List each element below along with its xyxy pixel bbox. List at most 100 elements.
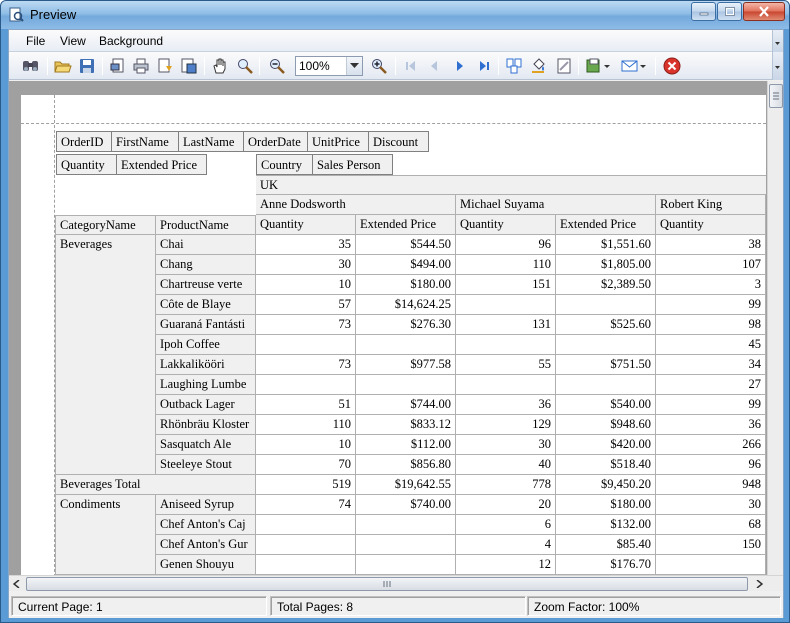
value-cell: $540.00 — [556, 395, 656, 415]
category-cell: Condiments — [56, 495, 156, 575]
previous-page-icon — [431, 61, 437, 71]
measure-header: Quantity — [256, 215, 356, 235]
client-area: File View Background 100% OrderID FirstN… — [8, 29, 784, 618]
value-cell: $180.00 — [556, 495, 656, 515]
column-field-chip[interactable]: Country — [256, 154, 313, 175]
measure-header: Quantity — [456, 215, 556, 235]
zoom-out-button[interactable] — [266, 56, 288, 76]
row-header-product: ProductName — [156, 215, 256, 235]
field-chip-discount[interactable]: Discount — [368, 131, 429, 152]
field-chip-lastname[interactable]: LastName — [178, 131, 244, 152]
page-margin-guide-horizontal — [21, 123, 766, 124]
column-field-chip[interactable]: Sales Person — [312, 154, 393, 175]
close-button[interactable] — [743, 2, 785, 21]
page-color-button[interactable] — [528, 56, 550, 76]
row-header-category: CategoryName — [56, 215, 156, 235]
value-cell: $176.70 — [556, 555, 656, 575]
value-cell: 110 — [456, 255, 556, 275]
product-cell: Chef Anton's Gur — [156, 535, 256, 555]
product-cell: Sasquatch Ale — [156, 435, 256, 455]
current-page-status: Current Page: 1 — [11, 596, 267, 616]
status-bar: Current Page: 1 Total Pages: 8 Zoom Fact… — [9, 593, 783, 618]
first-page-icon — [406, 61, 415, 71]
zoom-value: 100% — [299, 59, 330, 73]
quick-print-button[interactable] — [154, 56, 176, 76]
export-button[interactable] — [178, 56, 200, 76]
toolbar-chevron-icon[interactable] — [772, 52, 783, 80]
close-preview-button[interactable] — [661, 56, 683, 76]
maximize-button[interactable] — [717, 2, 742, 21]
measure-header: Quantity — [656, 215, 766, 235]
data-field-chip[interactable]: Quantity — [56, 154, 117, 175]
field-chip-firstname[interactable]: FirstName — [111, 131, 179, 152]
value-cell: $544.50 — [356, 235, 456, 255]
value-cell — [356, 555, 456, 575]
last-page-button[interactable] — [473, 56, 495, 76]
value-cell — [356, 515, 456, 535]
scroll-right-icon[interactable] — [751, 576, 767, 592]
menu-view[interactable]: View — [60, 34, 86, 48]
value-cell: 96 — [456, 235, 556, 255]
preview-area[interactable]: OrderID FirstName LastName OrderDate UnitPri… — [9, 81, 783, 591]
scroll-left-icon[interactable] — [9, 576, 25, 592]
horizontal-scrollbar[interactable] — [9, 575, 783, 591]
hand-tool-button[interactable] — [209, 56, 231, 76]
close-icon — [759, 6, 769, 17]
horizontal-scroll-thumb[interactable] — [26, 577, 748, 591]
value-cell: 27 — [656, 375, 766, 395]
value-cell: $948.60 — [556, 415, 656, 435]
value-cell: $9,450.20 — [556, 475, 656, 495]
menu-background[interactable]: Background — [99, 34, 163, 48]
field-chip-orderid[interactable]: OrderID — [56, 131, 112, 152]
printer-icon — [133, 58, 149, 74]
export-document-button[interactable] — [584, 56, 614, 76]
toolbar: 100% — [9, 52, 783, 80]
next-page-button[interactable] — [449, 56, 471, 76]
product-cell: Côte de Blaye — [156, 295, 256, 315]
value-cell: 151 — [456, 275, 556, 295]
country-header: UK — [256, 175, 766, 195]
find-button[interactable] — [20, 56, 42, 76]
zoom-combobox[interactable]: 100% — [295, 56, 363, 76]
first-page-button[interactable] — [400, 56, 422, 76]
multiple-pages-button[interactable] — [503, 56, 525, 76]
minimize-button[interactable] — [691, 2, 716, 21]
value-cell: 266 — [656, 435, 766, 455]
previous-page-button[interactable] — [423, 56, 445, 76]
menu-file[interactable]: File — [26, 34, 45, 48]
export-page-icon — [181, 58, 197, 74]
title-bar[interactable]: Preview — [1, 1, 789, 29]
product-cell: Steeleye Stout — [156, 455, 256, 475]
product-cell: Chai — [156, 235, 256, 255]
data-field-chip[interactable]: Extended Price — [116, 154, 207, 175]
product-cell: Guaraná Fantásti — [156, 315, 256, 335]
product-cell: Lakkalikööri — [156, 355, 256, 375]
send-email-button[interactable] — [619, 56, 649, 76]
value-cell: 150 — [656, 535, 766, 555]
chevron-down-icon[interactable] — [346, 57, 362, 75]
field-chip-unitprice[interactable]: UnitPrice — [307, 131, 369, 152]
zoom-in-button[interactable] — [368, 56, 390, 76]
watermark-button[interactable] — [553, 56, 575, 76]
vertical-scrollbar[interactable] — [767, 81, 783, 591]
value-cell: $740.00 — [356, 495, 456, 515]
value-cell: 99 — [656, 295, 766, 315]
field-chip-orderdate[interactable]: OrderDate — [243, 131, 308, 152]
vertical-scroll-thumb[interactable] — [769, 84, 783, 108]
page-setup-button[interactable] — [107, 56, 129, 76]
envelope-icon — [621, 60, 646, 72]
magnifier-button[interactable] — [234, 56, 256, 76]
save-button[interactable] — [76, 56, 98, 76]
value-cell: 107 — [656, 255, 766, 275]
product-cell: Outback Lager — [156, 395, 256, 415]
value-cell: 131 — [456, 315, 556, 335]
open-button[interactable] — [52, 56, 74, 76]
value-cell: 30 — [456, 435, 556, 455]
value-cell — [556, 335, 656, 355]
menubar-chevron-icon[interactable] — [772, 30, 783, 52]
print-button[interactable] — [130, 56, 152, 76]
sales-person-header: Robert King — [656, 195, 766, 215]
value-cell: $2,389.50 — [556, 275, 656, 295]
value-cell: 20 — [456, 495, 556, 515]
value-cell: 73 — [256, 315, 356, 335]
